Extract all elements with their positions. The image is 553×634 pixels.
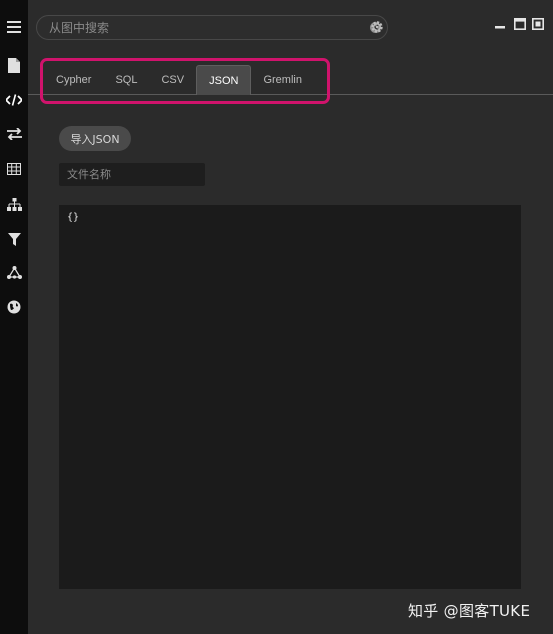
tab-sql[interactable]: SQL	[103, 65, 149, 95]
minimize-icon[interactable]	[494, 18, 506, 30]
json-editor[interactable]: {}	[59, 205, 521, 589]
sidebar-item-table[interactable]	[0, 154, 28, 184]
close-window-icon[interactable]	[532, 18, 544, 30]
sidebar-item-swap[interactable]	[0, 119, 28, 149]
watermark: 知乎 @图客TUKE	[408, 602, 531, 620]
menu-icon	[7, 21, 21, 33]
maximize-icon[interactable]	[514, 18, 526, 30]
settings-icon[interactable]	[370, 20, 384, 34]
import-json-button[interactable]: 导入JSON	[59, 126, 131, 151]
sidebar-item-filter[interactable]	[0, 224, 28, 254]
hierarchy-icon	[6, 197, 22, 211]
sidebar	[0, 0, 28, 634]
code-icon	[6, 94, 22, 106]
tab-bar: Cypher SQL CSV JSON Gremlin	[44, 65, 314, 95]
globe-icon	[7, 300, 21, 314]
sidebar-item-document[interactable]	[0, 50, 28, 80]
swap-icon	[6, 128, 22, 140]
search-box	[36, 15, 388, 40]
filename-input[interactable]	[59, 163, 205, 186]
sidebar-item-code[interactable]	[0, 85, 28, 115]
top-bar	[28, 0, 553, 56]
tab-json[interactable]: JSON	[196, 65, 252, 95]
tab-cypher[interactable]: Cypher	[44, 65, 103, 95]
app-window: Cypher SQL CSV JSON Gremlin 导入JSON {} 知乎…	[0, 0, 553, 634]
tab-csv[interactable]: CSV	[149, 65, 196, 95]
tab-gremlin[interactable]: Gremlin	[251, 65, 314, 95]
filter-icon	[7, 232, 21, 246]
search-input[interactable]	[49, 16, 349, 39]
table-icon	[7, 163, 21, 175]
sidebar-item-graph[interactable]	[0, 257, 28, 287]
sidebar-item-globe[interactable]	[0, 292, 28, 322]
graph-icon	[6, 265, 22, 279]
sidebar-item-hierarchy[interactable]	[0, 189, 28, 219]
document-icon	[8, 57, 20, 73]
menu-button[interactable]	[0, 12, 28, 42]
